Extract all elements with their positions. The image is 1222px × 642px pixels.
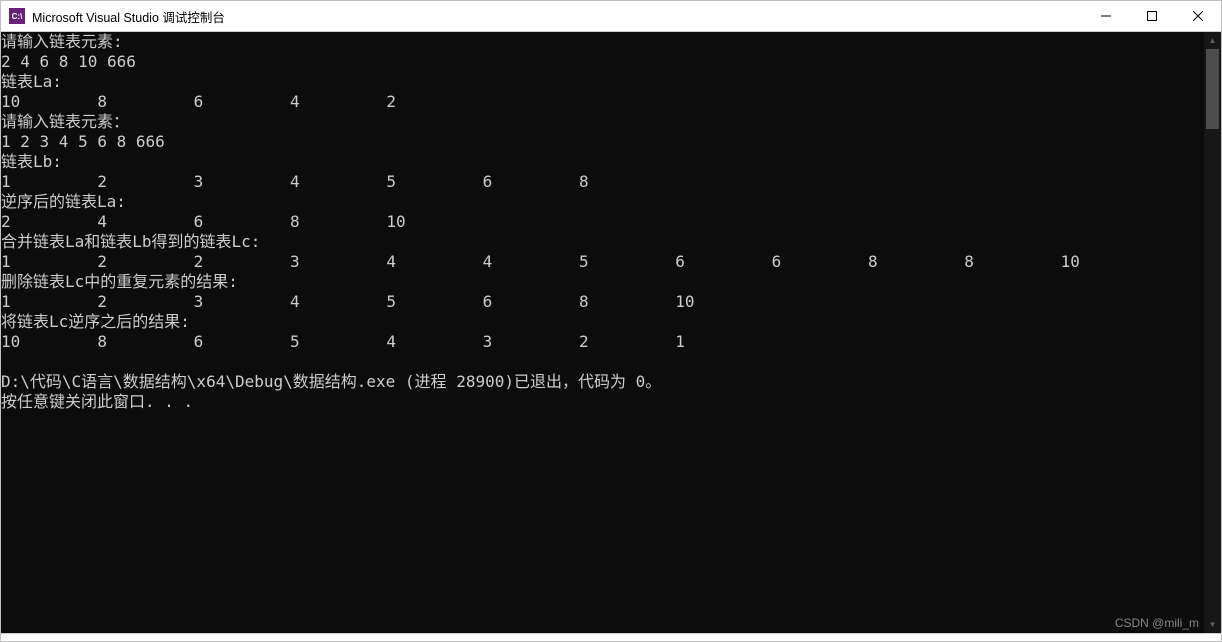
minimize-icon — [1101, 11, 1111, 21]
scroll-up-arrow[interactable]: ▲ — [1204, 32, 1221, 49]
maximize-button[interactable] — [1129, 1, 1175, 31]
app-icon: C:\ — [9, 8, 25, 24]
window-title: Microsoft Visual Studio 调试控制台 — [32, 7, 225, 26]
vertical-scrollbar[interactable]: ▲ ▼ — [1204, 32, 1221, 633]
window-bottom-border — [1, 633, 1221, 641]
watermark: CSDN @mili_m — [1115, 616, 1199, 630]
close-icon — [1193, 11, 1203, 21]
window-controls — [1083, 1, 1221, 31]
maximize-icon — [1147, 11, 1157, 21]
minimize-button[interactable] — [1083, 1, 1129, 31]
close-button[interactable] — [1175, 1, 1221, 31]
scroll-down-arrow[interactable]: ▼ — [1204, 616, 1221, 633]
console-area: 请输入链表元素: 2 4 6 8 10 666 链表La: 10 8 6 4 2… — [1, 32, 1221, 633]
console-window: C:\ Microsoft Visual Studio 调试控制台 请输入链表元… — [0, 0, 1222, 642]
scroll-thumb[interactable] — [1206, 49, 1219, 129]
scroll-track[interactable] — [1204, 49, 1221, 616]
titlebar[interactable]: C:\ Microsoft Visual Studio 调试控制台 — [1, 1, 1221, 32]
console-output[interactable]: 请输入链表元素: 2 4 6 8 10 666 链表La: 10 8 6 4 2… — [1, 32, 1204, 633]
